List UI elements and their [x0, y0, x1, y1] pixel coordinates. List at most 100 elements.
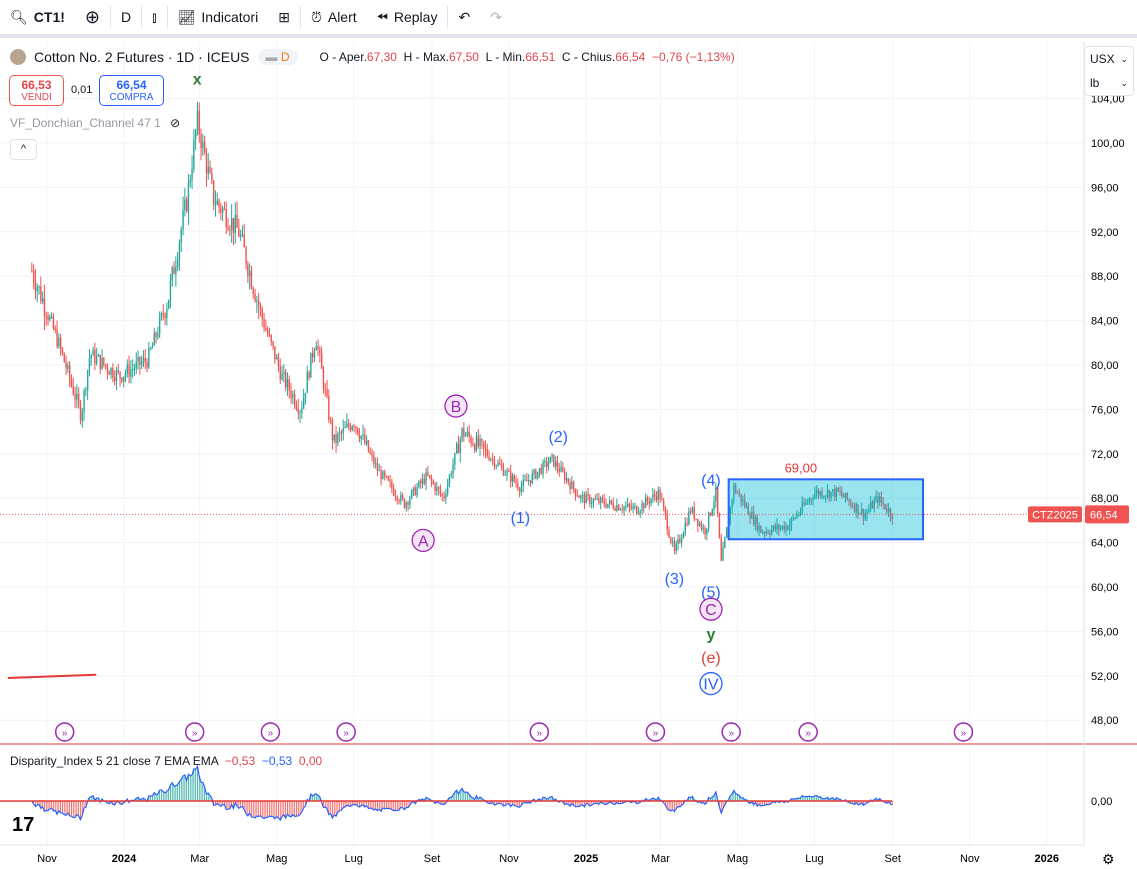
candle-body [520, 486, 523, 492]
candle-body [189, 179, 191, 183]
candle-body [218, 200, 220, 207]
buy-button[interactable]: 66,54 COMPRA [99, 75, 164, 106]
candle-body [612, 503, 614, 509]
candle-body [328, 396, 330, 421]
candle-body [484, 447, 487, 449]
event-marker[interactable]: » [798, 722, 818, 742]
ohlc-values: O - Aper.67,30 H - Max.67,50 L - Min.66,… [319, 50, 735, 64]
collapse-legend-button[interactable]: ^ [10, 139, 37, 160]
candle-body [74, 394, 76, 400]
price-chart[interactable]: 69,00xBA(2)(1)(3)(4)(5)Cy(e)IV»»»»»»»» »4… [0, 0, 1137, 869]
event-marker[interactable]: » [54, 722, 75, 742]
candle-body [50, 316, 53, 318]
candle-body [524, 479, 526, 481]
candle-body [531, 473, 533, 483]
candle-body [560, 466, 562, 472]
candle-body [131, 368, 134, 370]
candle-body [209, 166, 211, 173]
currency-select[interactable]: USX ⌄ [1085, 47, 1133, 71]
y-tick-label: 84,00 [1091, 316, 1119, 328]
candle-body [398, 500, 400, 502]
event-arrow-icon: » [192, 728, 198, 739]
candle-body [677, 538, 679, 544]
candle-body [67, 365, 69, 369]
candle-body [311, 352, 314, 358]
candle-body [630, 506, 632, 509]
sell-button[interactable]: 66,53 VENDI [9, 75, 64, 106]
candle-body [293, 394, 296, 406]
candle-body [167, 300, 170, 309]
unit-selector[interactable]: USX ⌄ lb ⌄ [1084, 46, 1134, 96]
wave-label: y [707, 627, 716, 644]
candle-body [702, 527, 704, 530]
candle-body [626, 503, 629, 507]
candle-body [391, 482, 393, 489]
candle-body [644, 497, 647, 508]
candle-body [504, 474, 506, 476]
candle-body [41, 298, 44, 302]
candle-body [400, 495, 402, 502]
candle-body [371, 453, 373, 456]
candle-body [605, 504, 607, 508]
candle-body [608, 500, 611, 504]
candle-body [324, 388, 326, 390]
y-tick-label: 52,00 [1091, 671, 1119, 683]
candle-body [673, 541, 676, 551]
candle-body [158, 317, 161, 335]
candle-body [108, 371, 110, 375]
candle-body [88, 357, 91, 371]
candle-body [529, 480, 532, 483]
candle-body [173, 267, 175, 275]
event-marker[interactable]: » [336, 722, 356, 742]
candle-body [459, 439, 461, 454]
event-marker[interactable]: » [721, 722, 741, 742]
event-marker[interactable]: » [184, 722, 205, 742]
candle-body [616, 505, 618, 511]
candle-body [313, 350, 316, 358]
unit-select[interactable]: lb ⌄ [1085, 71, 1133, 95]
candle-body [220, 206, 222, 213]
candle-body [508, 470, 510, 472]
candle-body [657, 490, 659, 501]
candle-body [538, 468, 541, 472]
market-status-badge[interactable]: ▬ D [257, 49, 298, 65]
candle-body [142, 357, 145, 363]
candle-body [571, 481, 573, 490]
event-marker[interactable]: » [953, 722, 974, 742]
candle-body [401, 495, 404, 499]
candle-body [187, 182, 190, 212]
candle-body [648, 501, 650, 504]
event-marker[interactable]: » [260, 722, 281, 742]
candle-body [596, 498, 598, 500]
candle-body [671, 541, 674, 543]
candle-body [133, 368, 136, 370]
candle-body [281, 373, 283, 380]
candle-body [464, 434, 467, 437]
disparity-legend[interactable]: Disparity_Index 5 21 close 7 EMA EMA −0,… [10, 754, 322, 768]
x-tick-label: Set [884, 853, 901, 865]
candle-body [659, 490, 661, 499]
tradingview-logo: 17 [12, 814, 34, 836]
y-tick-label: 64,00 [1091, 538, 1119, 550]
candle-body [243, 234, 245, 248]
symbol-title[interactable]: Cotton No. 2 Futures · 1D · ICEUS [34, 49, 250, 65]
candle-body [38, 286, 40, 288]
eye-off-icon[interactable]: ⊘ [170, 116, 180, 130]
candle-body [527, 480, 530, 482]
candle-body [250, 270, 253, 289]
candle-body [542, 461, 544, 474]
settings-gear-icon[interactable]: ⚙ [1102, 851, 1115, 867]
y-tick-label: 56,00 [1091, 626, 1119, 638]
event-marker[interactable]: » [645, 722, 666, 742]
candle-body [407, 502, 409, 505]
candle-body [679, 538, 681, 543]
candle-body [72, 385, 74, 395]
candle-body [47, 316, 49, 320]
candle-body [310, 352, 312, 378]
event-marker[interactable]: » [529, 722, 550, 742]
candle-body [169, 280, 172, 301]
candle-body [405, 502, 407, 508]
candle-body [691, 507, 694, 513]
candle-body [77, 393, 80, 404]
indicator-legend[interactable]: VF_Donchian_Channel 47 1 ⊘ [10, 116, 180, 130]
